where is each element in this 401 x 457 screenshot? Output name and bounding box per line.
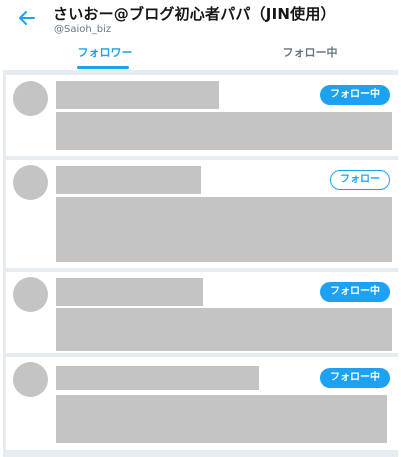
followers-page: さいおー@ブログ初心者パパ（JIN使用） @Saioh_biz フォロワー フォ… xyxy=(3,0,398,457)
follow-button[interactable]: フォロー xyxy=(330,170,390,190)
profile-title: さいおー@ブログ初心者パパ（JIN使用） xyxy=(53,5,336,23)
avatar[interactable] xyxy=(13,362,48,397)
user-card[interactable]: フォロー中 xyxy=(6,75,398,156)
user-card[interactable]: フォロー中 xyxy=(6,272,398,353)
active-tab-indicator xyxy=(77,66,129,69)
arrow-left-icon[interactable] xyxy=(15,6,39,30)
avatar[interactable] xyxy=(13,81,48,116)
tab-following[interactable]: フォロー中 xyxy=(257,44,363,70)
avatar[interactable] xyxy=(13,277,48,312)
user-name-placeholder[interactable] xyxy=(56,278,203,306)
following-button[interactable]: フォロー中 xyxy=(320,368,390,388)
user-bio-placeholder xyxy=(56,197,392,262)
profile-handle: @Saioh_biz xyxy=(54,24,112,35)
user-card[interactable]: フォロー xyxy=(6,160,398,268)
avatar[interactable] xyxy=(13,165,48,200)
user-bio-placeholder xyxy=(56,395,387,443)
user-bio-placeholder xyxy=(56,112,392,150)
following-button[interactable]: フォロー中 xyxy=(320,85,390,105)
user-name-placeholder[interactable] xyxy=(56,366,259,390)
user-name-placeholder[interactable] xyxy=(56,81,219,109)
user-bio-placeholder xyxy=(56,308,392,351)
page-header: さいおー@ブログ初心者パパ（JIN使用） @Saioh_biz フォロワー フォ… xyxy=(3,0,398,70)
user-card[interactable]: フォロー中 xyxy=(6,357,398,450)
user-name-placeholder[interactable] xyxy=(56,166,201,194)
following-button[interactable]: フォロー中 xyxy=(320,282,390,302)
